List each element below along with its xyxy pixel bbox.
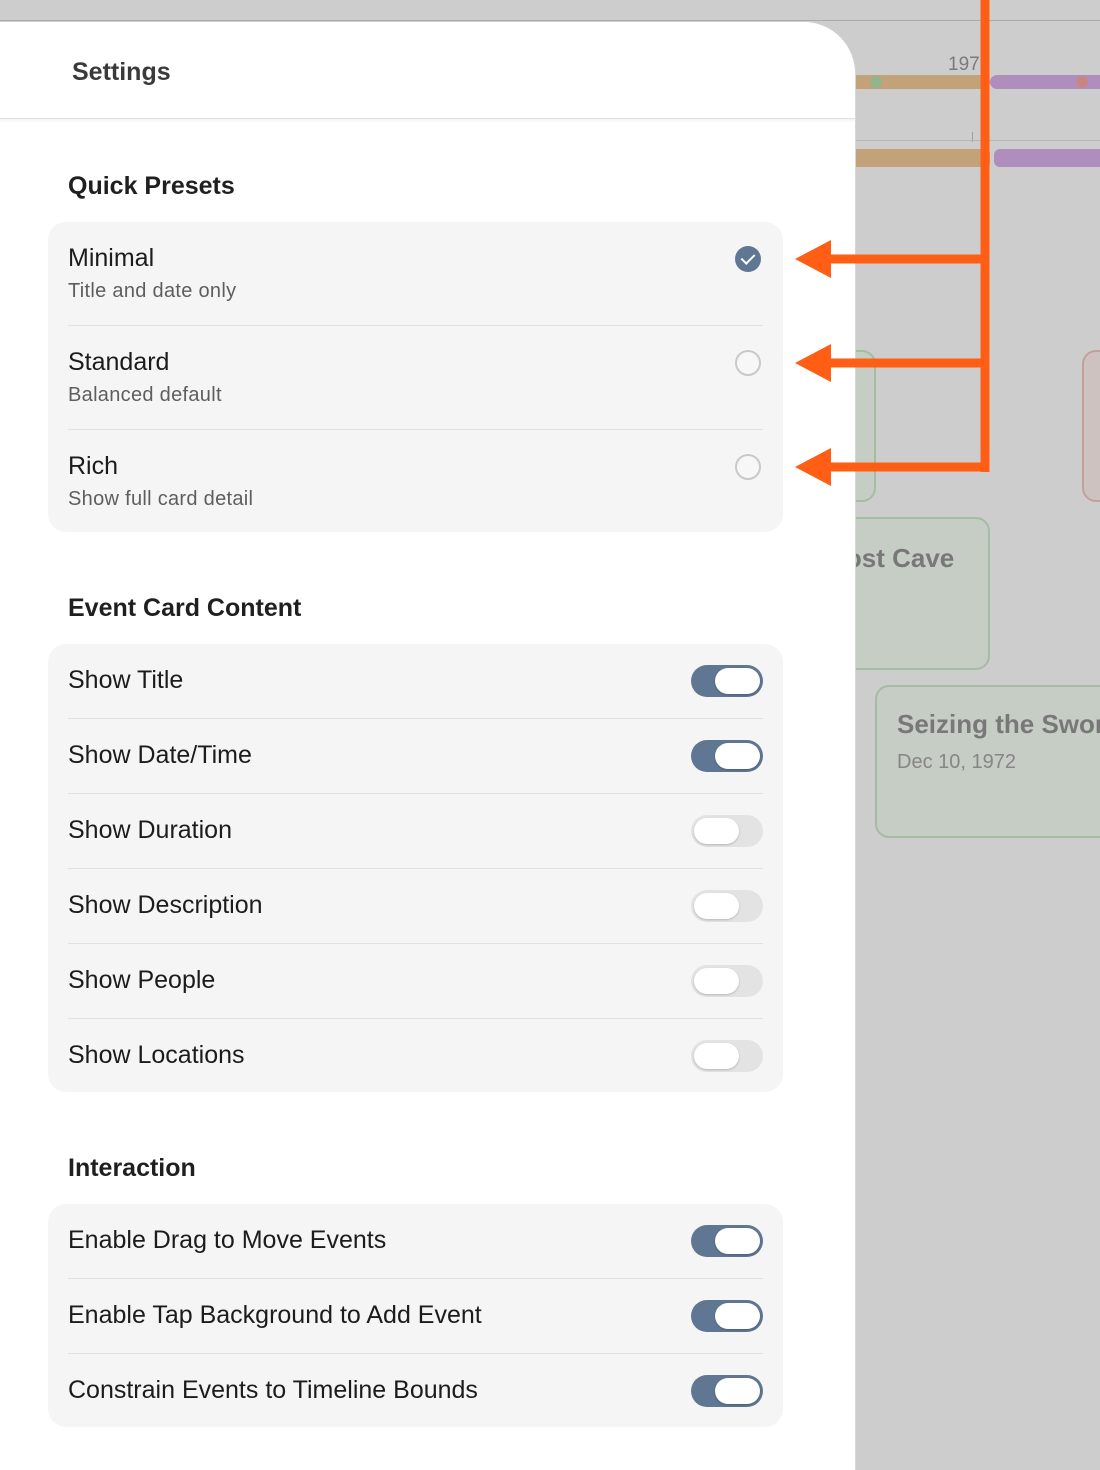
arrow-head-icon [795, 344, 831, 382]
arrow-head-icon [795, 448, 831, 486]
arrow-head-icon [795, 240, 831, 278]
callout-arrows [795, 0, 990, 486]
